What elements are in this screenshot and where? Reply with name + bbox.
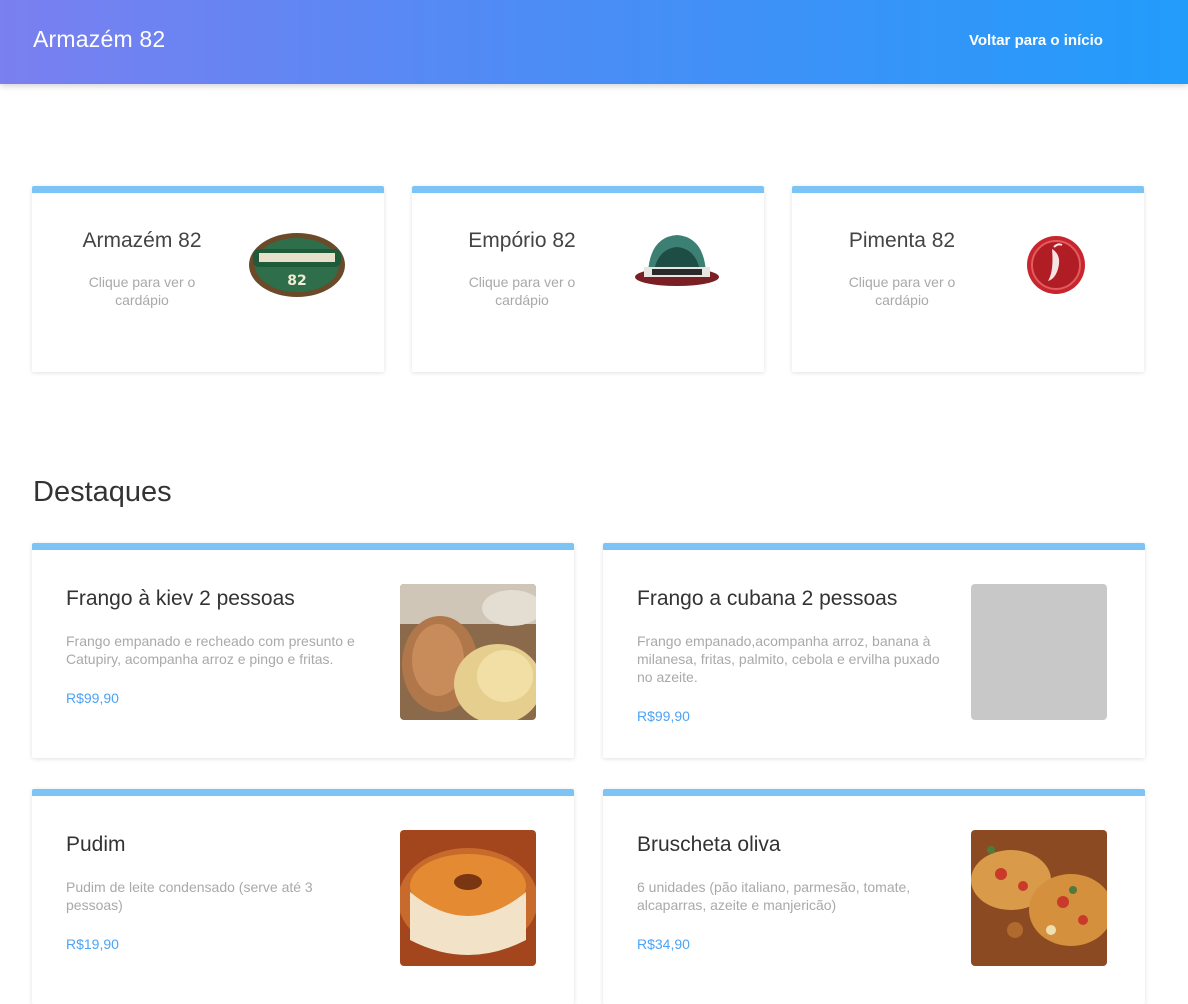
dish-price: R$19,90 xyxy=(66,936,119,952)
dish-description: Frango empanado e recheado com presunto … xyxy=(66,633,355,667)
dish-card-frango-kiev[interactable]: Frango à kiev 2 pessoas Frango empanado … xyxy=(32,543,574,758)
store-name: Pimenta 82 xyxy=(848,229,956,252)
dish-card-frango-cubana[interactable]: Frango a cubana 2 pessoas Frango empanad… xyxy=(603,543,1145,758)
highlights-title: Destaques xyxy=(33,476,172,508)
dish-price: R$34,90 xyxy=(637,936,690,952)
dish-name: Pudim xyxy=(66,833,126,856)
store-card-armazem[interactable]: Armazém 82 Clique para ver o cardápio 82 xyxy=(32,186,384,372)
brand-title[interactable]: Armazém 82 xyxy=(33,26,165,53)
dish-name: Frango a cubana 2 pessoas xyxy=(637,587,898,610)
store-name: Armazém 82 xyxy=(82,229,202,252)
bruschetta-photo-icon xyxy=(971,830,1107,966)
dish-name: Frango à kiev 2 pessoas xyxy=(66,587,295,610)
store-hint: Clique para ver o cardápio xyxy=(468,274,576,308)
pimenta-logo-icon xyxy=(1027,236,1085,294)
dish-price: R$99,90 xyxy=(637,708,690,724)
store-card-pimenta[interactable]: Pimenta 82 Clique para ver o cardápio xyxy=(792,186,1144,372)
store-card-emporio[interactable]: Empório 82 Clique para ver o cardápio xyxy=(412,186,764,372)
top-navbar: Armazém 82 Voltar para o início xyxy=(0,0,1188,84)
store-hint: Clique para ver o cardápio xyxy=(848,274,956,308)
dish-description: Pudim de leite condensado (serve até 3 p… xyxy=(66,879,313,913)
armazem-logo-icon: 82 xyxy=(249,233,345,297)
dish-name: Bruscheta oliva xyxy=(637,833,781,856)
back-to-home-link[interactable]: Voltar para o início xyxy=(969,32,1103,49)
svg-text:82: 82 xyxy=(287,273,306,289)
pudding-photo-icon xyxy=(400,830,536,966)
chicken-photo-icon xyxy=(400,584,536,720)
dish-price: R$99,90 xyxy=(66,690,119,706)
dish-description: 6 unidades (pão italiano, parmesão, toma… xyxy=(637,879,911,913)
store-hint: Clique para ver o cardápio xyxy=(88,274,196,308)
emporio-logo-icon xyxy=(635,235,719,286)
dish-description: Frango empanado,acompanha arroz, banana … xyxy=(637,633,940,685)
dish-card-bruscheta[interactable]: Bruscheta oliva 6 unidades (pão italiano… xyxy=(603,789,1145,1004)
image-placeholder-icon xyxy=(971,584,1107,720)
dish-card-pudim[interactable]: Pudim Pudim de leite condensado (serve a… xyxy=(32,789,574,1004)
store-name: Empório 82 xyxy=(468,229,576,252)
